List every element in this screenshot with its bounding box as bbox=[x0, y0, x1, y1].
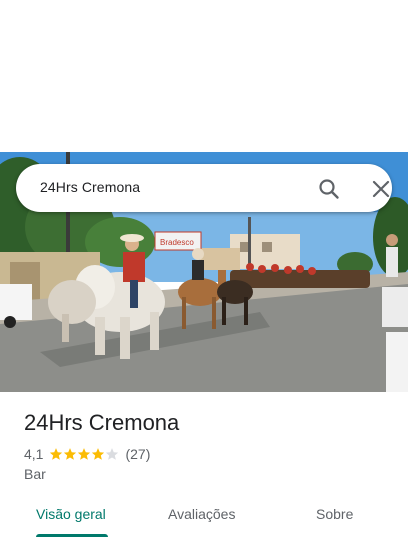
rating-row[interactable]: 4,1 (27) bbox=[24, 445, 150, 463]
close-icon[interactable] bbox=[368, 176, 394, 202]
star-icon bbox=[64, 448, 77, 460]
star-rating bbox=[49, 447, 119, 461]
star-icon bbox=[92, 448, 105, 460]
tab-bar: Visão geral Avaliações Sobre bbox=[0, 496, 408, 537]
tab-about[interactable]: Sobre bbox=[316, 506, 353, 522]
rating-value: 4,1 bbox=[24, 446, 44, 462]
place-info-panel: 24Hrs Cremona 4,1 (27) Bar Visão geral A… bbox=[0, 392, 408, 544]
map-blank-area bbox=[0, 0, 408, 152]
search-icon[interactable] bbox=[316, 176, 342, 202]
star-icon bbox=[50, 448, 63, 460]
tab-overview[interactable]: Visão geral bbox=[36, 506, 106, 522]
star-icon bbox=[78, 448, 91, 460]
active-tab-indicator bbox=[36, 534, 108, 537]
review-count[interactable]: (27) bbox=[125, 446, 150, 462]
search-bar[interactable]: 24Hrs Cremona bbox=[16, 164, 392, 212]
place-title: 24Hrs Cremona bbox=[24, 410, 180, 435]
search-input[interactable]: 24Hrs Cremona bbox=[40, 179, 140, 195]
place-category: Bar bbox=[24, 466, 46, 482]
tab-reviews[interactable]: Avaliações bbox=[168, 506, 235, 522]
signboard-text: Bradesco bbox=[160, 238, 194, 247]
star-empty-icon bbox=[106, 448, 119, 460]
